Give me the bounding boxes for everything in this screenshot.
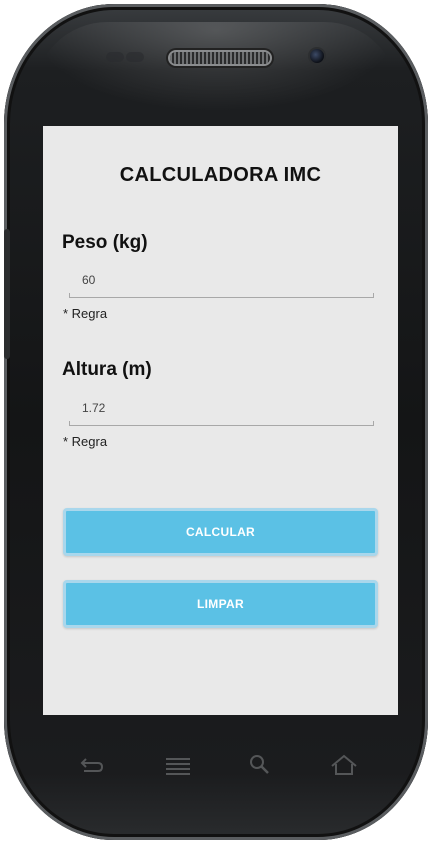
back-icon[interactable] [76, 749, 108, 781]
peso-hint: * Regra [63, 306, 108, 321]
peso-input-underline [69, 293, 374, 298]
hardware-nav-bar [43, 735, 398, 795]
page-title: CALCULADORA IMC [119, 164, 322, 186]
altura-input-underline [69, 421, 374, 426]
bezel-shine [34, 22, 398, 112]
search-icon[interactable] [244, 749, 276, 781]
altura-label: Altura (m) [62, 359, 152, 380]
altura-hint: * Regra [63, 434, 108, 449]
light-sensor [126, 52, 144, 62]
app-screen: CALCULADORA IMC Peso (kg) * Regra Altura… [43, 126, 398, 715]
earpiece-speaker [170, 52, 270, 64]
altura-input[interactable] [69, 396, 373, 420]
calcular-button[interactable]: CALCULAR [63, 508, 378, 556]
side-volume-key [4, 229, 10, 359]
limpar-button[interactable]: LIMPAR [63, 580, 378, 628]
menu-icon[interactable] [162, 749, 194, 781]
home-icon[interactable] [328, 749, 360, 781]
front-camera [310, 49, 324, 63]
peso-label: Peso (kg) [62, 232, 148, 253]
proximity-sensor [106, 52, 124, 62]
peso-input[interactable] [69, 268, 373, 292]
